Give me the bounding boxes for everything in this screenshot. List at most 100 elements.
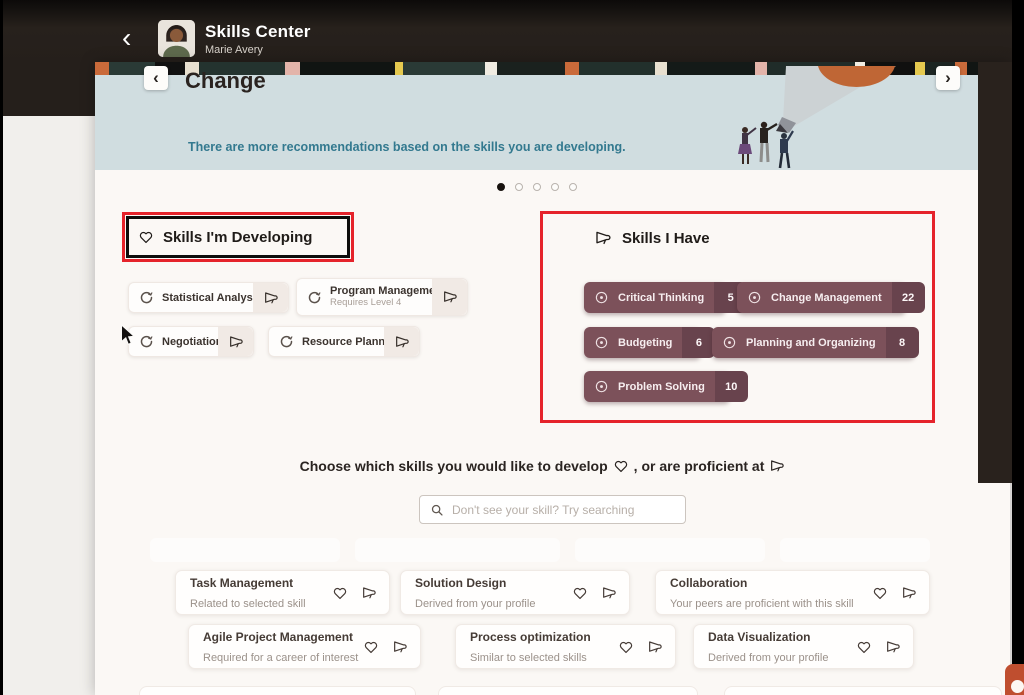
card-subtitle: Your peers are proficient with this skil… bbox=[670, 598, 854, 610]
develop-heart-button[interactable] bbox=[572, 585, 588, 601]
develop-heart-button[interactable] bbox=[856, 639, 872, 655]
developing-chip-resource-planning[interactable]: Resource Planning bbox=[268, 326, 420, 357]
progress-ring-icon bbox=[139, 290, 154, 305]
card-title: Solution Design bbox=[415, 576, 506, 590]
have-chip-planning-and-organizing[interactable]: Planning and Organizing 8 bbox=[712, 327, 915, 358]
develop-heart-button[interactable] bbox=[872, 585, 888, 601]
chip-label: Budgeting bbox=[618, 337, 682, 349]
progress-ring-icon bbox=[307, 290, 322, 305]
proficiency-icon bbox=[722, 335, 737, 350]
have-chip-critical-thinking[interactable]: Critical Thinking 5 bbox=[584, 282, 726, 313]
endorse-button[interactable] bbox=[432, 279, 467, 315]
megaphone-icon bbox=[263, 290, 279, 306]
have-chip-budgeting[interactable]: Budgeting 6 bbox=[584, 327, 701, 358]
chip-label: Statistical Analysis bbox=[162, 292, 262, 304]
skill-card-process-optimization[interactable]: Process optimization Similar to selected… bbox=[455, 624, 676, 669]
chip-label: Critical Thinking bbox=[618, 292, 714, 304]
endorsement-count: 6 bbox=[682, 327, 715, 358]
endorsement-count: 8 bbox=[886, 327, 919, 358]
developing-chip-statistical-analysis[interactable]: Statistical Analysis bbox=[128, 282, 289, 313]
assistant-icon bbox=[1011, 680, 1024, 693]
skill-card-task-management[interactable]: Task Management Related to selected skil… bbox=[175, 570, 390, 615]
chip-label: Change Management bbox=[771, 292, 892, 304]
have-section-heading: Skills I Have bbox=[594, 229, 710, 247]
develop-heart-button[interactable] bbox=[332, 585, 348, 601]
proficient-megaphone-button[interactable] bbox=[361, 585, 377, 601]
card-title: Data Visualization bbox=[708, 630, 810, 644]
proficiency-icon bbox=[594, 379, 609, 394]
have-chip-change-management[interactable]: Change Management 22 bbox=[737, 282, 906, 313]
card-title: Agile Project Management bbox=[203, 630, 353, 644]
chip-label: Negotiation bbox=[162, 336, 223, 348]
banner-message: There are more recommendations based on … bbox=[188, 140, 626, 154]
card-subtitle: Derived from your profile bbox=[415, 598, 535, 610]
card-title: Process optimization bbox=[470, 630, 591, 644]
prompt-proficient-text: , or are proficient at bbox=[634, 458, 765, 474]
card-subtitle: Similar to selected skills bbox=[470, 652, 587, 664]
skill-card-collaboration[interactable]: Collaboration Your peers are proficient … bbox=[655, 570, 930, 615]
skill-card-data-visualization[interactable]: Data Visualization Derived from your pro… bbox=[693, 624, 914, 669]
page-subtitle: Marie Avery bbox=[205, 44, 263, 56]
skeleton-chip bbox=[575, 538, 765, 562]
card-subtitle: Related to selected skill bbox=[190, 598, 306, 610]
proficient-megaphone-button[interactable] bbox=[901, 585, 917, 601]
developing-chip-negotiation[interactable]: Negotiation bbox=[128, 326, 254, 357]
chip-label: Program Management bbox=[330, 285, 446, 298]
proficiency-icon bbox=[594, 290, 609, 305]
carousel-prev-button[interactable]: ‹ bbox=[144, 66, 168, 90]
progress-ring-icon bbox=[139, 334, 154, 349]
skill-card-partial bbox=[438, 686, 698, 695]
carousel-next-button[interactable]: › bbox=[936, 66, 960, 90]
back-button[interactable]: ‹ bbox=[122, 24, 131, 52]
megaphone-icon bbox=[442, 289, 458, 305]
develop-heart-button[interactable] bbox=[363, 639, 379, 655]
backdrop-right-column bbox=[978, 62, 1012, 483]
megaphone-icon bbox=[228, 334, 244, 350]
proficient-megaphone-button[interactable] bbox=[601, 585, 617, 601]
avatar bbox=[158, 20, 195, 57]
prompt-develop-text: Choose which skills you would like to de… bbox=[300, 458, 608, 474]
skill-card-partial bbox=[724, 686, 1002, 695]
chooser-prompt: Choose which skills you would like to de… bbox=[95, 458, 995, 474]
carousel-dots bbox=[95, 183, 978, 191]
megaphone-icon bbox=[394, 334, 410, 350]
endorse-button[interactable] bbox=[218, 327, 253, 356]
carousel-dot-1[interactable] bbox=[497, 183, 505, 191]
app-header bbox=[3, 0, 1012, 62]
carousel-dot-3[interactable] bbox=[533, 183, 541, 191]
carousel-dot-4[interactable] bbox=[551, 183, 559, 191]
megaphone-icon bbox=[594, 229, 612, 247]
endorse-button[interactable] bbox=[384, 327, 419, 356]
screen: ‹ Skills Center Marie Avery bbox=[0, 0, 1024, 695]
page-title: Skills Center bbox=[205, 22, 311, 42]
chip-sublabel: Requires Level 4 bbox=[330, 298, 446, 309]
skill-card-partial bbox=[139, 686, 416, 695]
chip-label: Problem Solving bbox=[618, 381, 715, 393]
heart-icon bbox=[613, 458, 629, 474]
proficient-megaphone-button[interactable] bbox=[885, 639, 901, 655]
have-chip-problem-solving[interactable]: Problem Solving 10 bbox=[584, 371, 730, 402]
floating-assistant-button[interactable] bbox=[1005, 664, 1024, 695]
skill-search bbox=[419, 495, 686, 524]
progress-ring-icon bbox=[279, 334, 294, 349]
header-left-shoulder bbox=[3, 62, 95, 116]
skill-card-solution-design[interactable]: Solution Design Derived from your profil… bbox=[400, 570, 630, 615]
proficient-megaphone-button[interactable] bbox=[392, 639, 408, 655]
carousel-dot-5[interactable] bbox=[569, 183, 577, 191]
developing-chip-program-management[interactable]: Program Management Requires Level 4 bbox=[296, 278, 468, 316]
skeleton-chip bbox=[150, 538, 340, 562]
proficiency-icon bbox=[594, 335, 609, 350]
proficient-megaphone-button[interactable] bbox=[647, 639, 663, 655]
card-title: Task Management bbox=[190, 576, 293, 590]
carousel-dot-2[interactable] bbox=[515, 183, 523, 191]
card-subtitle: Derived from your profile bbox=[708, 652, 828, 664]
skeleton-chip bbox=[355, 538, 560, 562]
chip-label: Planning and Organizing bbox=[746, 337, 886, 349]
search-icon bbox=[430, 503, 444, 517]
skill-card-agile-project-management[interactable]: Agile Project Management Required for a … bbox=[188, 624, 421, 669]
megaphone-icon bbox=[769, 458, 785, 474]
card-title: Collaboration bbox=[670, 576, 747, 590]
endorse-button[interactable] bbox=[253, 283, 288, 312]
search-input[interactable] bbox=[452, 503, 685, 517]
develop-heart-button[interactable] bbox=[618, 639, 634, 655]
